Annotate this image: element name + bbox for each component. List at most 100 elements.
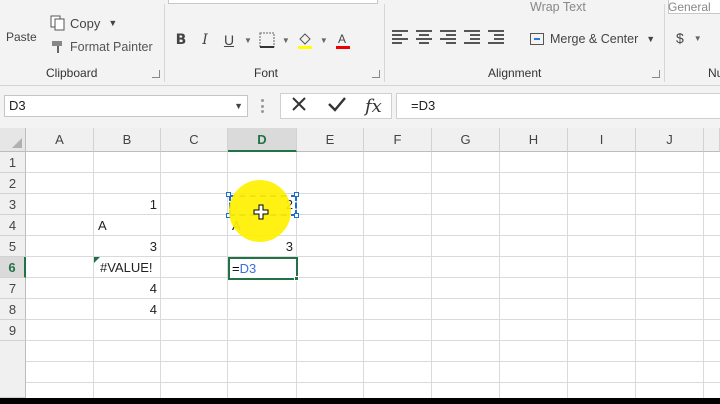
enter-checkmark-icon[interactable] [327,95,347,118]
gridline [26,382,720,383]
spreadsheet-grid[interactable]: A B C D E F G H I J 1 2 3 4 5 6 7 8 9 1 … [0,128,720,398]
cell-b3[interactable]: 1 [94,194,161,215]
resize-handle[interactable] [294,213,299,218]
column-header-e[interactable]: E [297,128,364,152]
row-header-8[interactable]: 8 [0,299,26,320]
letterbox-bar [0,398,720,404]
font-toolbar: B I U ▼ ▼ ▼ A [172,30,352,50]
column-header-partial[interactable] [704,128,720,152]
error-indicator-icon[interactable] [94,257,100,263]
borders-button[interactable] [258,30,276,50]
name-box-value: D3 [9,98,26,113]
fill-color-button[interactable] [296,30,314,50]
column-header-g[interactable]: G [432,128,500,152]
number-toolbar: $ ▼ [676,30,702,46]
formula-bar: D3 ▼ fx =D3 [0,86,720,128]
group-divider [164,4,165,82]
chevron-down-icon[interactable]: ▼ [694,34,702,43]
italic-button[interactable]: I [196,30,214,50]
alignment-dialog-launcher-icon[interactable] [652,70,660,78]
cell-d6-editor[interactable]: =D3 [228,257,298,280]
resize-handle[interactable] [294,192,299,197]
decrease-indent-icon[interactable] [464,30,480,44]
font-name-box-edge[interactable] [168,0,378,4]
clipboard-dialog-launcher-icon[interactable] [152,70,160,78]
font-color-button[interactable]: A [334,30,352,50]
column-header-a[interactable]: A [26,128,94,152]
paintbrush-icon [50,39,66,55]
column-header-d[interactable]: D [228,128,297,152]
row-header-3[interactable]: 3 [0,194,26,215]
copy-label: Copy [70,15,101,31]
cell-b7[interactable]: 4 [94,278,161,299]
column-header-f[interactable]: F [364,128,432,152]
merge-center-label: Merge & Center [550,32,639,46]
chevron-down-icon[interactable]: ▼ [234,96,243,116]
chevron-down-icon[interactable]: ▼ [108,18,117,28]
resize-handle[interactable] [226,192,231,197]
insert-function-button[interactable]: fx [365,96,382,117]
number-format-dropdown[interactable]: General [668,0,711,14]
row-header-4[interactable]: 4 [0,215,26,236]
fill-handle[interactable] [294,276,299,281]
cell-b8[interactable]: 4 [94,299,161,320]
row-header-6[interactable]: 6 [0,257,26,278]
column-header-i[interactable]: I [568,128,636,152]
column-header-c[interactable]: C [161,128,228,152]
formula-reference: D3 [239,261,257,276]
font-dialog-launcher-icon[interactable] [372,70,380,78]
cell-b4[interactable]: A [94,215,161,236]
format-painter-label: Format Painter [70,40,153,54]
underline-button[interactable]: U [220,30,238,50]
name-box[interactable]: D3 ▼ [4,95,248,117]
row-header-2[interactable]: 2 [0,173,26,194]
cell-b6[interactable]: #VALUE! [94,257,161,278]
font-color-icon: A [335,32,350,49]
cell-b5[interactable]: 3 [94,236,161,257]
format-painter-button[interactable]: Format Painter [50,37,153,57]
paint-bucket-icon [297,33,312,49]
formula-input[interactable]: =D3 [396,93,720,119]
increase-indent-icon[interactable] [488,30,504,44]
row-header-blank[interactable] [0,341,26,398]
column-header-h[interactable]: H [500,128,568,152]
merge-icon [530,33,544,45]
group-divider [384,4,385,82]
row-header-7[interactable]: 7 [0,278,26,299]
select-all-button[interactable] [0,128,26,152]
chevron-down-icon[interactable]: ▼ [282,36,290,45]
font-group-label: Font [254,66,279,80]
svg-text:A: A [338,32,346,46]
cancel-icon[interactable] [290,95,308,118]
clipboard-group-label: Clipboard [46,66,98,80]
align-right-icon[interactable] [440,30,456,44]
align-center-icon[interactable] [416,30,432,44]
chevron-down-icon[interactable]: ▼ [646,34,655,44]
cell-cursor-icon [253,204,269,220]
column-header-j[interactable]: J [636,128,704,152]
gridline [26,172,720,173]
formula-prefix: = [232,261,240,276]
formula-bar-buttons: fx [280,93,392,119]
alignment-group-label: Alignment [488,66,542,80]
chevron-down-icon[interactable]: ▼ [320,36,328,45]
copy-button[interactable]: Copy ▼ [50,13,117,33]
merge-center-button[interactable]: Merge & Center ▼ [530,32,655,46]
paste-button[interactable]: Paste [6,2,46,46]
gridline [26,361,720,362]
wrap-text-button[interactable]: Wrap Text [530,0,586,14]
align-left-icon[interactable] [392,30,408,44]
group-divider [664,4,665,82]
currency-format-button[interactable]: $ [676,30,684,46]
row-header-5[interactable]: 5 [0,236,26,257]
row-header-9[interactable]: 9 [0,320,26,341]
formula-bar-resize-handle[interactable] [261,99,264,113]
bold-button[interactable]: B [172,30,190,50]
row-header-1[interactable]: 1 [0,152,26,173]
paste-label: Paste [6,30,37,44]
copy-icon [50,15,66,31]
chevron-down-icon[interactable]: ▼ [244,36,252,45]
alignment-toolbar [392,30,504,44]
number-group-label: Nu [708,66,720,80]
column-header-b[interactable]: B [94,128,161,152]
